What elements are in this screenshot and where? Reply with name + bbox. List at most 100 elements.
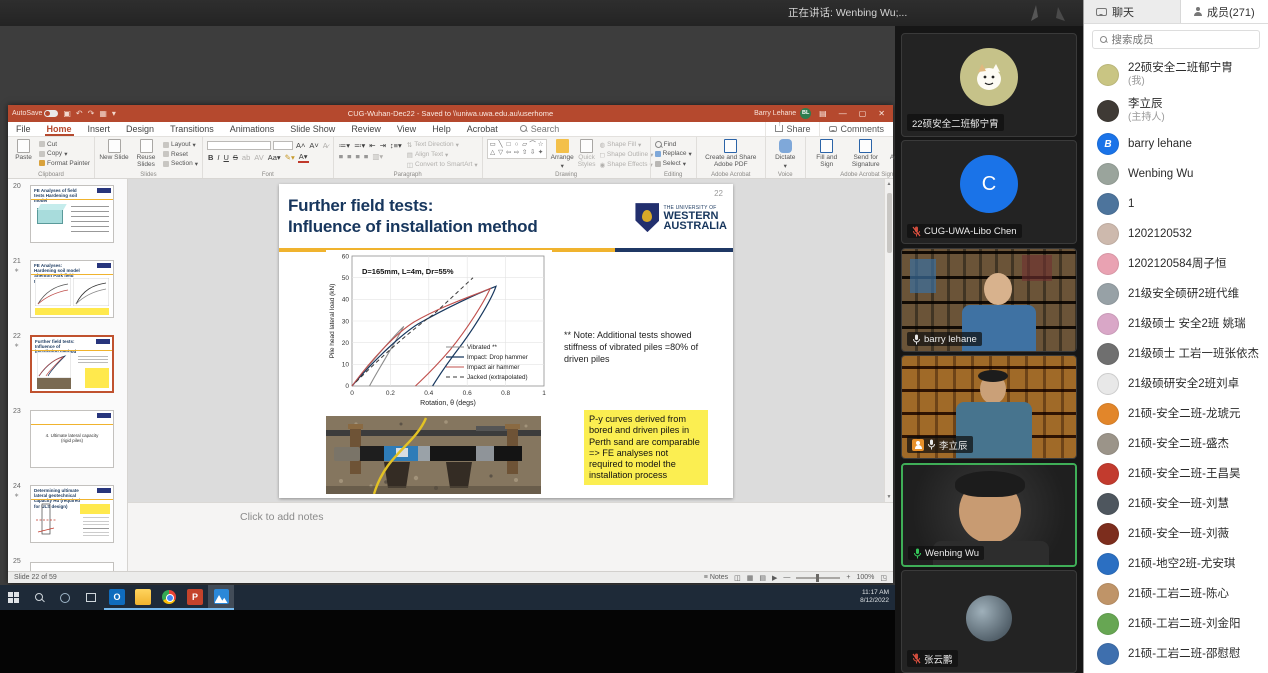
undo-icon[interactable]: ↶ (76, 109, 83, 118)
zoom-in-button[interactable]: + (846, 574, 850, 581)
replace-button[interactable]: Replace ▾ (655, 150, 692, 158)
slide-thumbnail-23[interactable]: 4. Ultimate lateral capacity (rigid pile… (30, 410, 114, 468)
font-color-button[interactable]: A▾ (298, 152, 309, 163)
member-list-item[interactable]: 21级硕士 安全2班 姚瑞 (1084, 309, 1268, 339)
send-for-signature-button[interactable]: Send for Signature (848, 139, 884, 168)
member-list-item[interactable]: 1 (1084, 189, 1268, 219)
account-avatar[interactable]: BL (800, 108, 811, 119)
member-list-item[interactable]: 21硕-安全二班-盛杰 (1084, 429, 1268, 459)
notes-pane[interactable]: Click to add notes (128, 502, 893, 571)
shape-outline-button[interactable]: ◻ Shape Outline ▾ (599, 151, 653, 159)
tab-design[interactable]: Design (118, 122, 162, 136)
fit-slide-button[interactable]: ◳ (880, 574, 887, 582)
slide-thumbnail-22-selected[interactable]: Further field tests: Influence of instal… (30, 335, 114, 393)
slideshow-button[interactable]: ▶ (772, 574, 777, 582)
slide-thumbnail-21[interactable]: FE Analyses: Hardening soil model Shento… (30, 260, 114, 318)
find-button[interactable]: Find (655, 141, 692, 148)
smartart-button[interactable]: ◫ Convert to SmartArt ▾ (407, 161, 478, 169)
tab-transitions[interactable]: Transitions (162, 122, 222, 136)
ribbon-search[interactable]: Search (520, 122, 560, 136)
member-list-item[interactable]: 21硕-工岩二班-刘金阳 (1084, 609, 1268, 639)
tab-slide-show[interactable]: Slide Show (282, 122, 343, 136)
format-painter-button[interactable]: Format Painter (39, 160, 90, 167)
align-center-button[interactable]: ≡ (346, 152, 352, 161)
numbering-button[interactable]: ≕▾ (353, 141, 366, 150)
justify-button[interactable]: ≡ (363, 152, 369, 161)
shrink-font-button[interactable]: A˅ (308, 141, 319, 150)
highlight-button[interactable]: ✎▾ (284, 153, 296, 162)
fill-and-sign-button[interactable]: Fill and Sign (810, 139, 844, 168)
slide-thumbnail-24[interactable]: Determining ultimate lateral geotechnica… (30, 485, 114, 543)
align-text-button[interactable]: ▤ Align Text ▾ (407, 151, 478, 159)
restore-button[interactable]: ▢ (855, 109, 871, 118)
align-left-button[interactable]: ≡ (338, 152, 344, 161)
taskbar-clock[interactable]: 11:17 AM 8/12/2022 (860, 585, 895, 610)
strikethrough-button[interactable]: S (232, 153, 239, 162)
layout-button[interactable]: Layout ▾ (163, 141, 198, 149)
shadow-button[interactable]: ab (241, 153, 251, 162)
zoom-slider[interactable] (796, 577, 840, 579)
select-button[interactable]: Select ▾ (655, 160, 692, 168)
char-spacing-button[interactable]: AV (253, 153, 264, 162)
autosave-toggle[interactable]: AutoSave (12, 110, 58, 117)
slide-scrollbar[interactable]: ▲ ▼ (884, 179, 893, 502)
member-list-item[interactable]: 21硕-工岩二班-陈心 (1084, 579, 1268, 609)
tab-animations[interactable]: Animations (222, 122, 283, 136)
taskbar-outlook[interactable]: O (104, 585, 130, 610)
video-tile-speaking[interactable]: Wenbing Wu (901, 463, 1077, 567)
video-tile[interactable]: 张云鹏 (901, 570, 1077, 673)
member-list-item[interactable]: 22硕安全二班郁宁胄(我) (1084, 57, 1268, 93)
bullets-button[interactable]: ≔▾ (338, 141, 351, 150)
tab-chat[interactable]: 聊天 (1084, 0, 1181, 23)
slide-thumbnail-25[interactable] (30, 562, 114, 571)
font-name-box[interactable] (207, 141, 271, 150)
change-case-button[interactable]: Aa▾ (267, 153, 282, 162)
member-search[interactable] (1092, 30, 1260, 49)
underline-button[interactable]: U (222, 153, 229, 162)
member-list-item[interactable]: 21硕-安全一班-刘薇 (1084, 519, 1268, 549)
quick-styles-button[interactable]: Quick Styles (578, 139, 596, 168)
new-slide-button[interactable]: New Slide (99, 139, 129, 161)
bold-button[interactable]: B (207, 153, 214, 162)
tab-insert[interactable]: Insert (80, 122, 119, 136)
member-list-item[interactable]: Bbarry lehane (1084, 129, 1268, 159)
text-direction-button[interactable]: ⇅ Text Direction ▾ (407, 141, 478, 149)
dictate-button[interactable]: Dictate ▾ (770, 139, 801, 170)
reading-view-button[interactable]: ▤ (759, 574, 766, 582)
member-list-item[interactable]: 1202120532 (1084, 219, 1268, 249)
video-tile[interactable]: 22硕安全二班郁宁胄 (901, 33, 1077, 137)
member-list-item[interactable]: 李立辰(主持人) (1084, 93, 1268, 129)
tab-review[interactable]: Review (343, 122, 389, 136)
account-name[interactable]: Barry Lehane (754, 110, 796, 117)
member-list-item[interactable]: 21硕-安全二班-王昌昊 (1084, 459, 1268, 489)
taskbar-search-button[interactable] (26, 585, 52, 610)
member-list-item[interactable]: 21级硕士 工岩一班张依杰 (1084, 339, 1268, 369)
shape-effects-button[interactable]: ◉ Shape Effects ▾ (599, 161, 653, 169)
cut-button[interactable]: Cut (39, 141, 90, 148)
arrange-button[interactable]: Arrange ▾ (551, 139, 574, 170)
tab-acrobat[interactable]: Acrobat (459, 122, 506, 136)
reuse-slides-button[interactable]: Reuse Slides (133, 139, 159, 168)
member-list-item[interactable]: 21硕-工岩二班-邵慰慰 (1084, 639, 1268, 669)
grow-font-button[interactable]: A˄ (295, 141, 306, 150)
taskbar-explorer[interactable] (130, 585, 156, 610)
member-list-item[interactable]: 21硕-安全二班-龙琥元 (1084, 399, 1268, 429)
tab-help[interactable]: Help (424, 122, 459, 136)
ribbon-options-icon[interactable]: ▤ (815, 109, 831, 118)
presenter-icon[interactable]: ▦ (99, 109, 107, 118)
start-button[interactable] (0, 585, 26, 610)
copy-button[interactable]: Copy ▾ (39, 150, 90, 158)
taskbar-chrome[interactable] (156, 585, 182, 610)
line-spacing-button[interactable]: ↕≡▾ (389, 141, 403, 150)
taskbar-active-app[interactable] (208, 585, 234, 610)
shape-gallery[interactable]: ▭╲□○▱⌒☆ △▽⇦⇨⇧⇩✦ (487, 139, 547, 159)
member-search-input[interactable] (1111, 34, 1252, 46)
video-tile[interactable]: 李立辰 (901, 355, 1077, 459)
member-list-item[interactable]: 1202120584周子恒 (1084, 249, 1268, 279)
zoom-out-button[interactable]: — (783, 574, 790, 581)
tab-file[interactable]: File (8, 122, 39, 136)
slide[interactable]: 22 Further field tests: Influence of ins… (279, 184, 733, 498)
share-button[interactable]: Share (765, 122, 819, 136)
zoom-level[interactable]: 100% (856, 574, 874, 581)
tab-home[interactable]: Home (39, 122, 80, 136)
